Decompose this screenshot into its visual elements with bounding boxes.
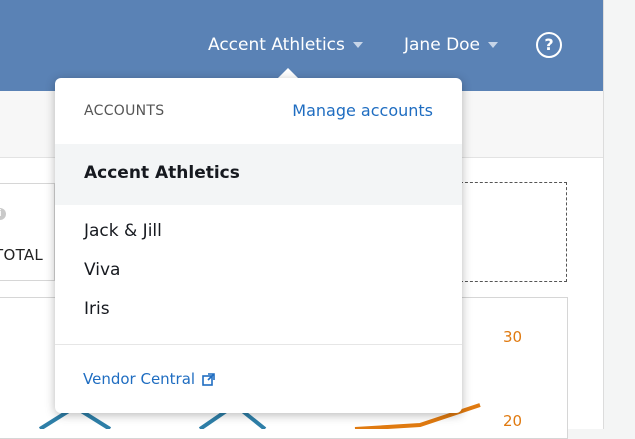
selected-account-item[interactable]: Accent Athletics bbox=[55, 144, 462, 205]
dropdown-header: ACCOUNTS Manage accounts bbox=[55, 78, 462, 144]
metric-card: i TOTAL bbox=[0, 183, 55, 281]
selected-account-label: Accent Athletics bbox=[84, 163, 240, 183]
menu-divider bbox=[55, 344, 462, 345]
question-circle-icon[interactable]: ? bbox=[536, 32, 562, 58]
metric-total-label: TOTAL bbox=[0, 246, 44, 264]
account-item-jack-and-jill[interactable]: Jack & Jill bbox=[84, 221, 162, 241]
chevron-down-icon bbox=[352, 42, 363, 48]
account-switcher[interactable]: Accent Athletics bbox=[208, 34, 363, 56]
account-dropdown-menu: ACCOUNTS Manage accounts Accent Athletic… bbox=[55, 78, 462, 413]
external-link-icon bbox=[202, 373, 215, 386]
user-menu[interactable]: Jane Doe bbox=[404, 34, 499, 56]
info-icon: i bbox=[0, 208, 6, 220]
manage-accounts-link[interactable]: Manage accounts bbox=[292, 101, 433, 120]
chevron-down-icon bbox=[488, 42, 499, 48]
vendor-central-label: Vendor Central bbox=[83, 370, 196, 388]
account-item-iris[interactable]: Iris bbox=[84, 299, 110, 319]
account-switcher-label: Accent Athletics bbox=[208, 35, 345, 55]
accounts-section-label: ACCOUNTS bbox=[84, 103, 165, 119]
placeholder-card bbox=[460, 182, 567, 282]
account-item-viva[interactable]: Viva bbox=[84, 260, 120, 280]
user-menu-label: Jane Doe bbox=[404, 35, 481, 55]
vendor-central-link[interactable]: Vendor Central bbox=[83, 370, 215, 388]
